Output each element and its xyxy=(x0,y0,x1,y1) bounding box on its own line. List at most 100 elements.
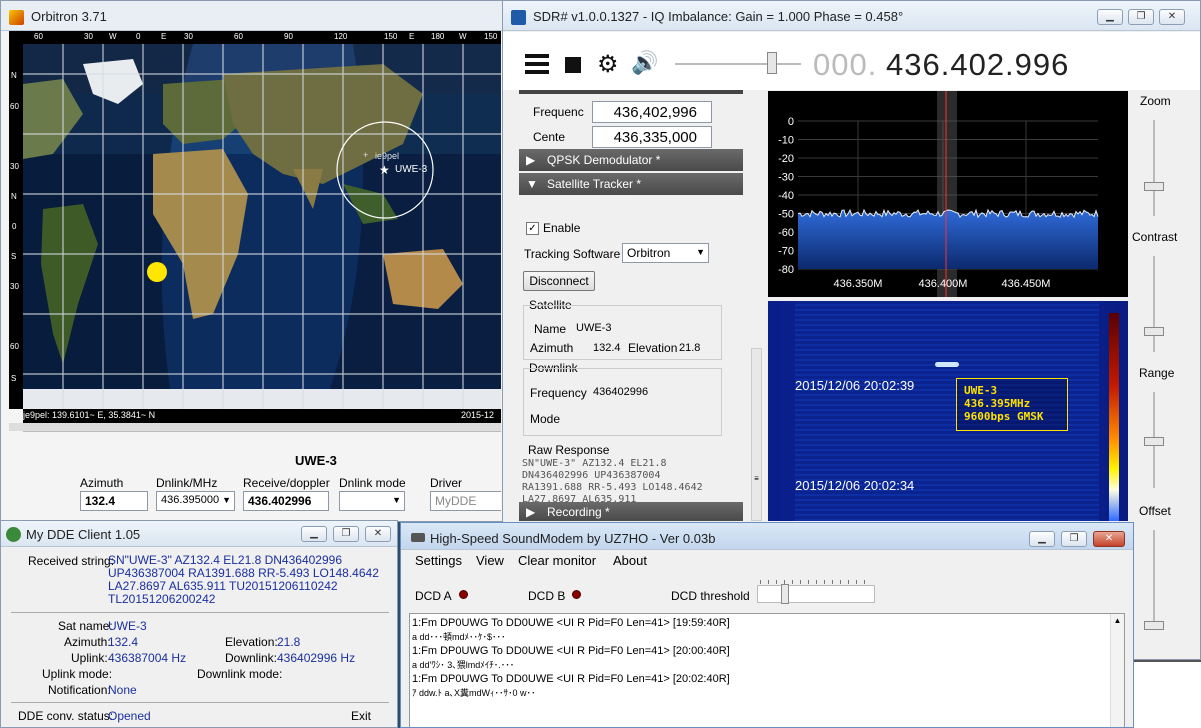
minimize-button[interactable]: ▁ xyxy=(301,526,327,542)
minimize-button[interactable]: ▁ xyxy=(1029,531,1055,547)
offset-slider-track[interactable] xyxy=(1153,530,1155,626)
driver-label: Driver xyxy=(430,476,462,490)
dde-status-value: Opened xyxy=(108,709,151,723)
menu-icon[interactable] xyxy=(525,54,549,74)
sdr-titlebar[interactable]: SDR# v1.0.0.1327 - IQ Imbalance: Gain = … xyxy=(503,1,1200,31)
x-tick-label: 436.350M xyxy=(834,278,883,290)
close-button[interactable]: ✕ xyxy=(365,526,391,542)
dde-elevation-value: 21.8 xyxy=(277,635,301,649)
receive-doppler-label: Receive/doppler xyxy=(243,476,330,490)
volume-slider-track[interactable] xyxy=(675,63,801,65)
dde-elevation-label: Elevation: xyxy=(225,635,278,649)
exit-button[interactable]: Exit xyxy=(351,709,371,723)
lat-tick: S xyxy=(11,252,17,261)
center-label: Cente xyxy=(533,130,566,144)
soundmodem-title: High-Speed SoundModem by UZ7HO - Ver 0.0… xyxy=(430,531,716,546)
center-input[interactable]: 436,335,000 xyxy=(592,126,712,148)
driver-field[interactable]: MyDDE xyxy=(430,491,501,511)
azimuth-field[interactable]: 132.4 xyxy=(80,491,148,511)
maximize-button[interactable]: ❐ xyxy=(1061,531,1087,547)
side-panel-scrollbar[interactable]: ≡ xyxy=(751,348,762,521)
raw-line: SN"UWE-3" AZ132.4 EL21.8 xyxy=(522,458,667,469)
waterfall-signal xyxy=(935,362,959,367)
speaker-icon[interactable]: 🔊 xyxy=(631,51,658,76)
dnlink-mode-dropdown[interactable] xyxy=(339,491,405,511)
maximize-button[interactable]: ❐ xyxy=(1128,9,1154,25)
y-tick-label: -40 xyxy=(778,190,794,202)
dnlink-dropdown[interactable]: 436.395000 xyxy=(156,491,235,511)
dcd-threshold-thumb[interactable] xyxy=(781,584,789,604)
monitor-scrollbar[interactable]: ▲ xyxy=(1110,614,1124,727)
orbitron-titlebar[interactable]: Orbitron 3.71 xyxy=(1,1,504,31)
desktop-patch xyxy=(1133,660,1201,728)
menu-settings[interactable]: Settings xyxy=(415,553,462,568)
frequency-display[interactable]: 436.402.996 xyxy=(886,47,1069,83)
tracking-software-dropdown[interactable]: Orbitron xyxy=(622,243,709,263)
signal-info-box: UWE-3 436.395MHz 9600bps GMSK xyxy=(956,378,1068,431)
y-tick-label: -10 xyxy=(778,135,794,147)
downlink-label: Downlink: xyxy=(225,651,278,665)
close-button[interactable]: ✕ xyxy=(1093,531,1125,547)
recording-header[interactable]: ▶ Recording * xyxy=(519,502,743,521)
info-line: 9600bps GMSK xyxy=(964,410,1044,423)
info-line: UWE-3 xyxy=(964,384,998,397)
zoom-slider-track[interactable] xyxy=(1153,120,1155,216)
frequency-input[interactable]: 436,402,996 xyxy=(592,101,712,123)
y-tick-label: -20 xyxy=(778,153,794,165)
contrast-slider-track[interactable] xyxy=(1153,256,1155,352)
y-tick-label: -30 xyxy=(778,172,794,184)
dl-frequency-label: Frequency xyxy=(530,386,587,400)
downlink-value: 436402996 Hz xyxy=(277,651,356,665)
volume-slider-thumb[interactable] xyxy=(767,52,777,74)
observer-label: ie9pel xyxy=(375,151,400,161)
lat-tick: S xyxy=(11,374,17,383)
enable-checkbox[interactable]: ✓ xyxy=(526,222,539,235)
menu-clear-monitor[interactable]: Clear monitor xyxy=(518,553,596,568)
gear-icon[interactable]: ⚙ xyxy=(597,50,619,78)
expand-arrow-icon: ▶ xyxy=(526,153,536,167)
divider xyxy=(11,702,389,703)
tracker-header[interactable]: ▼ Satellite Tracker * xyxy=(519,173,743,195)
orbitron-window: Orbitron 3.71 60 30 W 0 E 30 60 90 120 1… xyxy=(0,0,505,522)
waterfall-display[interactable]: 2015/12/06 20:02:39 2015/12/06 20:02:34 … xyxy=(768,301,1128,521)
minimize-button[interactable]: ▁ xyxy=(1097,9,1123,25)
range-slider-thumb[interactable] xyxy=(1144,437,1164,446)
stop-icon[interactable] xyxy=(565,57,581,73)
y-tick-label: -60 xyxy=(778,227,794,239)
receive-doppler-field[interactable]: 436.402996 xyxy=(243,491,329,511)
world-map[interactable]: + ★ xyxy=(23,44,501,409)
dcd-threshold-slider[interactable] xyxy=(757,580,875,604)
sat-name-value: UWE-3 xyxy=(108,619,147,633)
contrast-slider-thumb[interactable] xyxy=(1144,327,1164,336)
sat-name-label: Sat name: xyxy=(58,619,113,633)
qpsk-header[interactable]: ▶ QPSK Demodulator * xyxy=(519,149,743,171)
x-tick-label: 436.450M xyxy=(1002,278,1051,290)
lon-tick: 180 xyxy=(431,32,445,41)
dde-title: My DDE Client 1.05 xyxy=(26,527,141,542)
satellite-star-icon: ★ xyxy=(379,163,390,177)
raw-response-text: SN"UWE-3" AZ132.4 EL21.8 DN436402996 UP4… xyxy=(522,458,746,506)
monitor-area[interactable]: ▲ 1:Fm DP0UWG To DD0UWE <UI R Pid=F0 Len… xyxy=(409,613,1125,727)
lon-tick: 60 xyxy=(34,32,43,41)
disconnect-button[interactable]: Disconnect xyxy=(523,271,595,291)
frequency-display-dim: 000. xyxy=(813,47,878,82)
close-button[interactable]: ✕ xyxy=(1159,9,1185,25)
dde-titlebar[interactable]: My DDE Client 1.05 ▁ ❐ ✕ xyxy=(1,521,397,547)
zoom-slider-thumb[interactable] xyxy=(1144,182,1164,191)
menu-view[interactable]: View xyxy=(476,553,504,568)
display-controls: Zoom Contrast Range Offset xyxy=(1129,90,1199,659)
soundmodem-titlebar[interactable]: High-Speed SoundModem by UZ7HO - Ver 0.0… xyxy=(401,523,1133,550)
offset-slider-thumb[interactable] xyxy=(1144,621,1164,630)
packet-header: 1:Fm DP0UWG To DD0UWE <UI R Pid=F0 Len=4… xyxy=(412,617,730,629)
waterfall-color-scale xyxy=(1109,313,1119,521)
maximize-button[interactable]: ❐ xyxy=(333,526,359,542)
spectrum-analyzer[interactable]: 0 -10 -20 -30 -40 -50 -60 -70 -80 436.350M 436.40… xyxy=(768,91,1128,297)
azimuth-label: Azimuth xyxy=(80,476,124,490)
lon-tick: 60 xyxy=(234,32,243,41)
qpsk-label: QPSK Demodulator * xyxy=(547,153,661,167)
tracking-software-label: Tracking Software xyxy=(524,247,621,261)
name-value: UWE-3 xyxy=(576,322,612,334)
menu-about[interactable]: About xyxy=(613,553,647,568)
y-tick-label: -50 xyxy=(778,209,794,221)
lat-tick: 30 xyxy=(10,282,19,291)
